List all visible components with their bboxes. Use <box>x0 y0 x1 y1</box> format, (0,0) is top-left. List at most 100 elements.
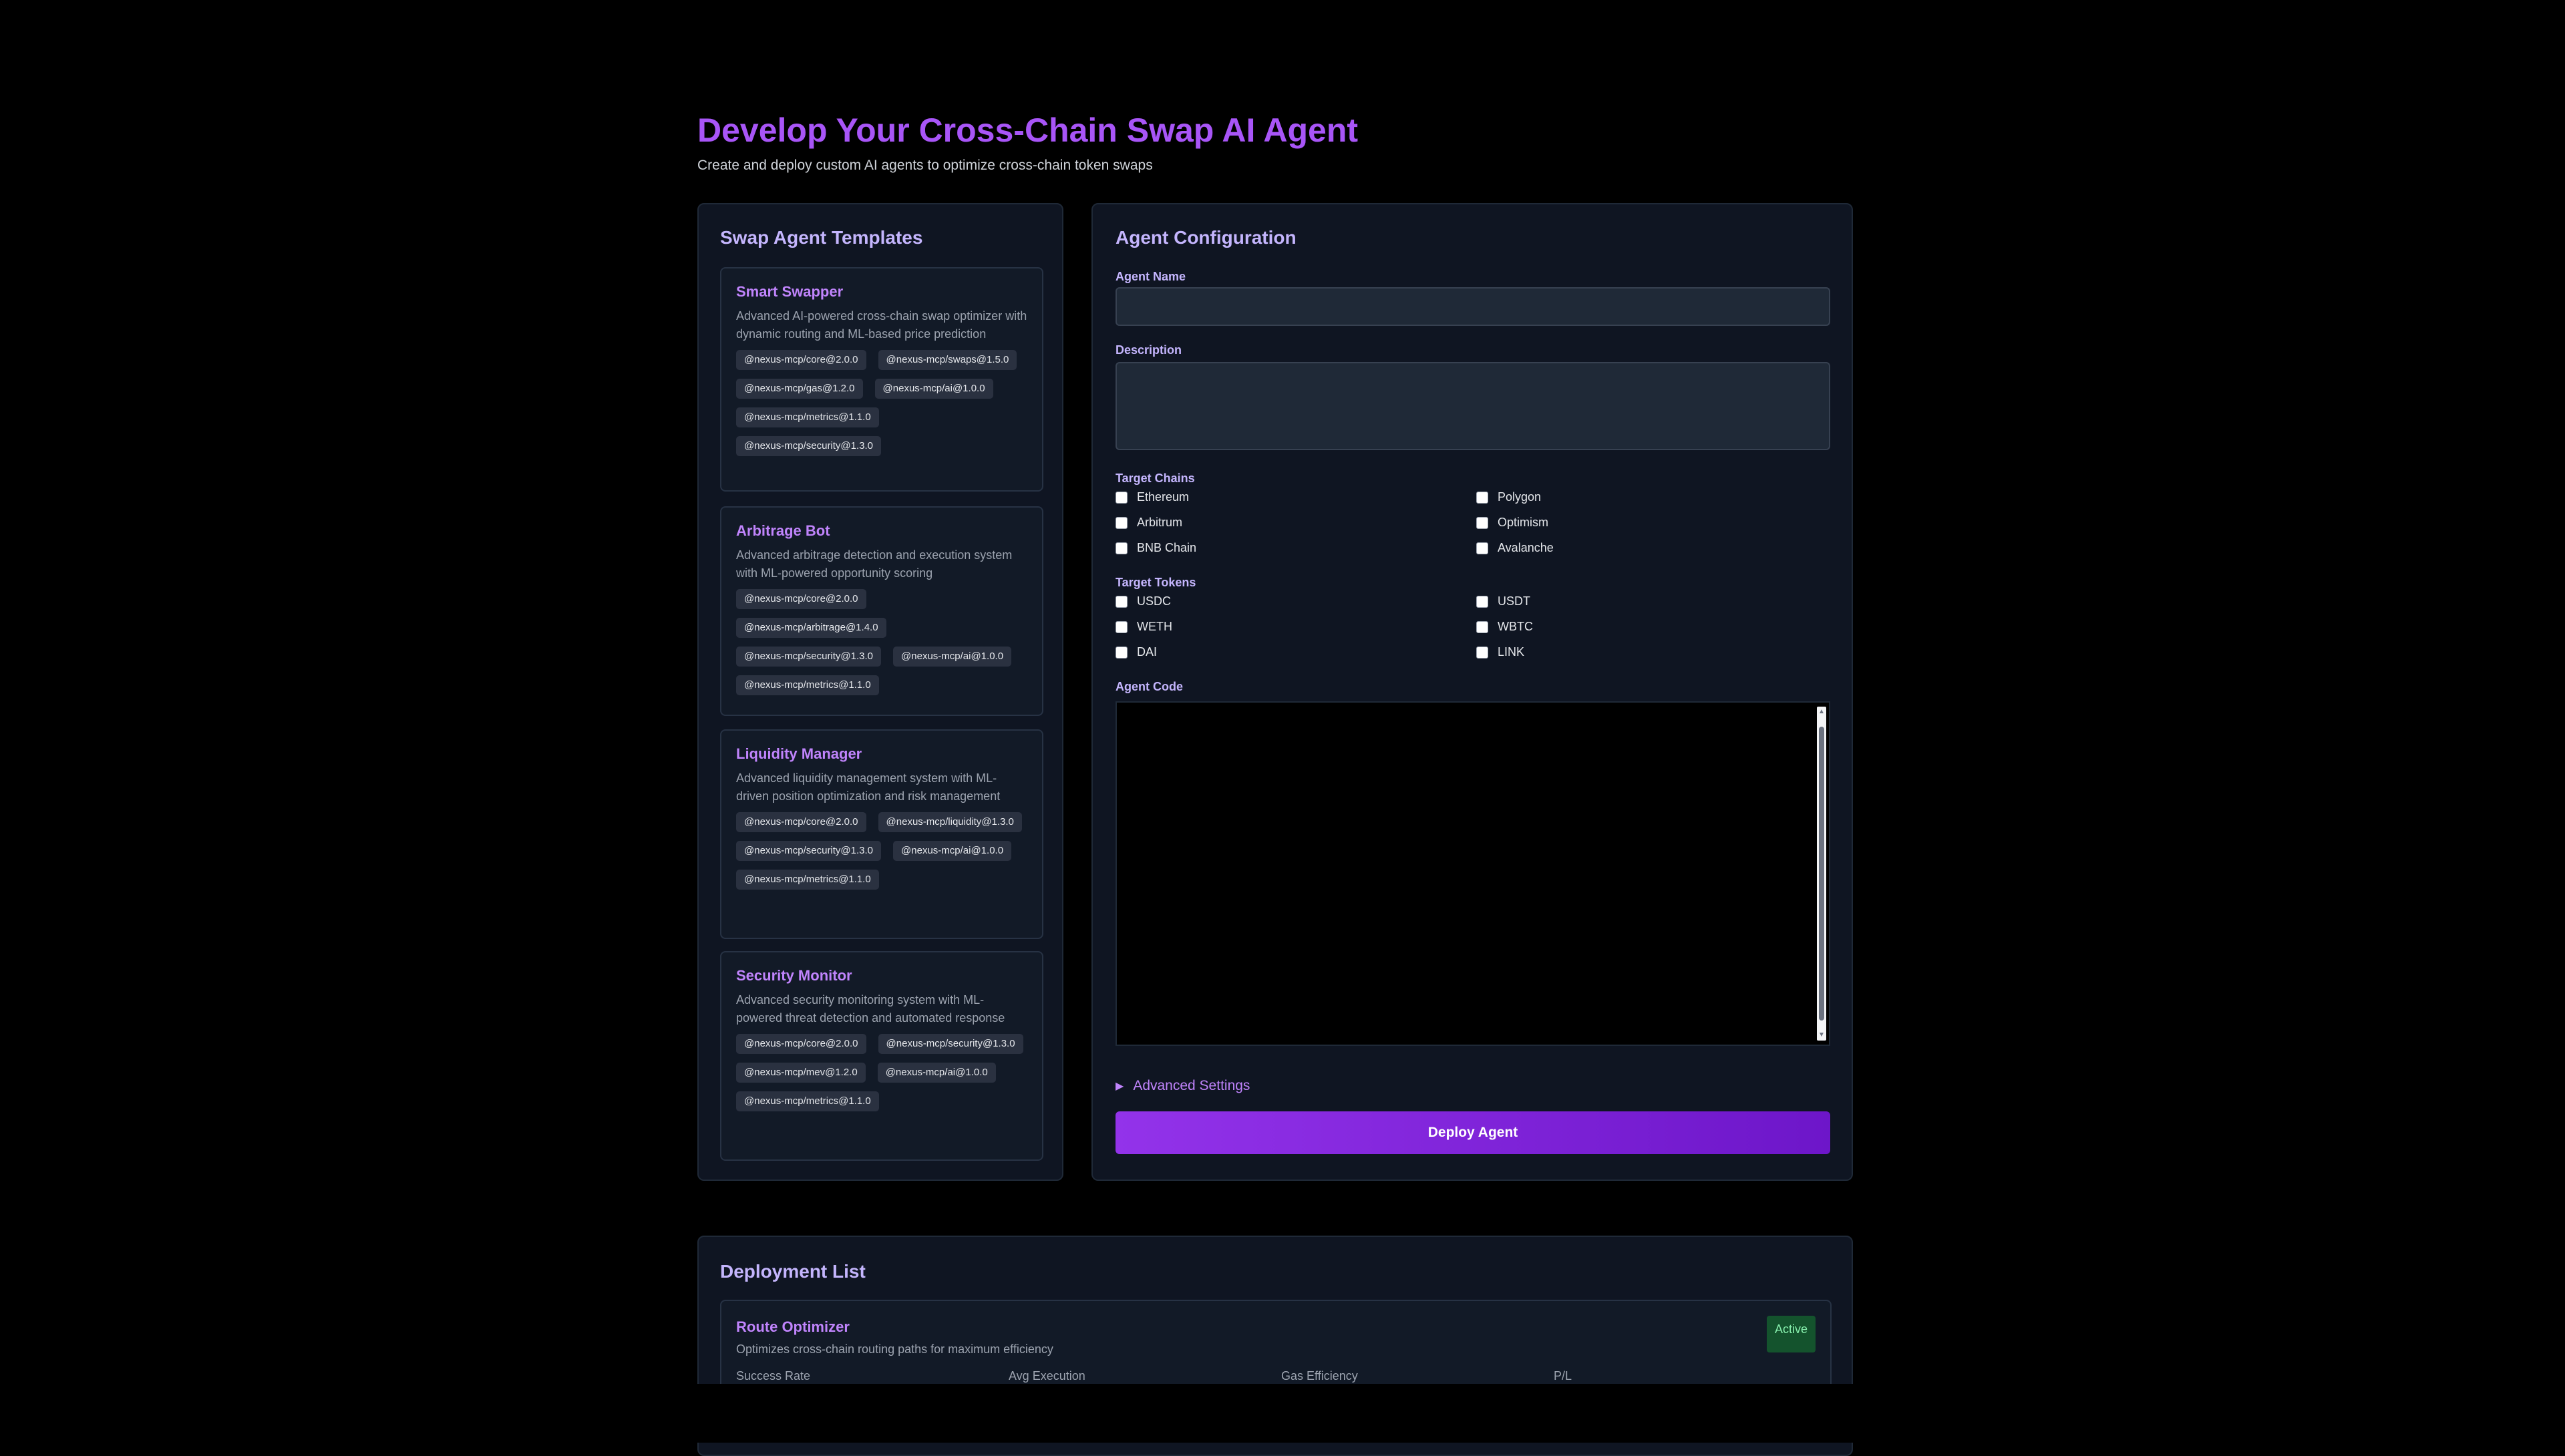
template-tags: @nexus-mcp/core@2.0.0 @nexus-mcp/arbitra… <box>736 589 1027 695</box>
package-tag: @nexus-mcp/ai@1.0.0 <box>874 379 993 399</box>
template-description: Advanced arbitrage detection and executi… <box>736 548 1013 580</box>
chain-label: Arbitrum <box>1137 516 1183 529</box>
chain-label: BNB Chain <box>1137 541 1197 554</box>
package-tag: @nexus-mcp/metrics@1.1.0 <box>736 675 879 695</box>
checkbox[interactable] <box>1116 491 1128 504</box>
package-tag: @nexus-mcp/gas@1.2.0 <box>736 379 863 399</box>
template-description: Advanced security monitoring system with… <box>736 993 1005 1025</box>
package-tag: @nexus-mcp/core@2.0.0 <box>736 1034 866 1054</box>
token-label: DAI <box>1137 645 1158 659</box>
viewport-bottom-mask <box>0 1384 2565 1443</box>
checkbox[interactable] <box>1476 516 1488 529</box>
scroll-thumb[interactable] <box>1819 727 1824 1021</box>
description-textarea[interactable] <box>1116 362 1830 450</box>
code-scrollbar[interactable]: ▲ ▼ <box>1817 707 1826 1041</box>
agent-code-label: Agent Code <box>1116 680 1183 693</box>
template-description: Advanced AI-powered cross-chain swap opt… <box>736 309 1027 341</box>
metric-label-gas-efficiency: Gas Efficiency <box>1281 1369 1358 1383</box>
scroll-down-arrow-icon[interactable]: ▼ <box>1818 1032 1825 1039</box>
template-name: Security Monitor <box>736 967 852 984</box>
package-tag: @nexus-mcp/core@2.0.0 <box>736 812 866 832</box>
advanced-settings-toggle[interactable]: ▶ Advanced Settings <box>1116 1078 1250 1094</box>
page-header: Develop Your Cross-Chain Swap AI Agent C… <box>697 107 1853 174</box>
advanced-settings-label: Advanced Settings <box>1133 1078 1250 1093</box>
token-checkbox-usdt[interactable]: USDT <box>1476 594 1530 608</box>
token-checkbox-weth[interactable]: WETH <box>1116 620 1172 634</box>
token-label: LINK <box>1498 645 1525 659</box>
token-label: WBTC <box>1498 620 1533 633</box>
agent-name-label: Agent Name <box>1116 270 1186 283</box>
page-title: Develop Your Cross-Chain Swap AI Agent <box>697 112 1359 149</box>
deployment-description: Optimizes cross-chain routing paths for … <box>736 1342 1053 1356</box>
template-card-smart-swapper[interactable]: Smart Swapper Advanced AI-powered cross-… <box>720 267 1043 492</box>
metric-label-avg-execution: Avg Execution <box>1009 1369 1085 1383</box>
checkbox[interactable] <box>1476 491 1488 504</box>
token-checkbox-link[interactable]: LINK <box>1476 645 1524 659</box>
chain-label: Optimism <box>1498 516 1548 529</box>
templates-panel: Swap Agent Templates Smart Swapper Advan… <box>697 203 1063 1181</box>
package-tag: @nexus-mcp/security@1.3.0 <box>736 841 882 861</box>
token-checkbox-dai[interactable]: DAI <box>1116 645 1157 659</box>
config-title: Agent Configuration <box>1116 227 1297 248</box>
chain-checkbox-arbitrum[interactable]: Arbitrum <box>1116 516 1182 530</box>
package-tag: @nexus-mcp/metrics@1.1.0 <box>736 407 879 427</box>
chain-checkbox-polygon[interactable]: Polygon <box>1476 490 1541 504</box>
status-badge: Active <box>1766 1316 1816 1352</box>
deploy-agent-button[interactable]: Deploy Agent <box>1116 1111 1830 1154</box>
agent-configuration-panel: Agent Configuration Agent Name Descripti… <box>1091 203 1853 1181</box>
token-checkbox-wbtc[interactable]: WBTC <box>1476 620 1533 634</box>
template-card-liquidity-manager[interactable]: Liquidity Manager Advanced liquidity man… <box>720 729 1043 939</box>
chain-label: Ethereum <box>1137 490 1190 504</box>
package-tag: @nexus-mcp/mev@1.2.0 <box>736 1063 866 1083</box>
token-label: USDT <box>1498 594 1530 608</box>
target-chains-label: Target Chains <box>1116 472 1195 485</box>
agent-name-input[interactable] <box>1116 287 1830 326</box>
deployment-name: Route Optimizer <box>736 1318 850 1335</box>
package-tag: @nexus-mcp/security@1.3.0 <box>878 1034 1023 1054</box>
checkbox[interactable] <box>1476 620 1488 633</box>
checkbox[interactable] <box>1116 542 1128 554</box>
checkbox[interactable] <box>1116 516 1128 529</box>
template-description: Advanced liquidity management system wit… <box>736 771 1001 803</box>
page-subtitle: Create and deploy custom AI agents to op… <box>697 158 1153 173</box>
chain-checkbox-bnb-chain[interactable]: BNB Chain <box>1116 541 1196 555</box>
deployment-list-title: Deployment List <box>720 1261 866 1282</box>
templates-title: Swap Agent Templates <box>720 227 923 248</box>
metric-label-pl: P/L <box>1554 1369 1572 1383</box>
chain-label: Avalanche <box>1498 541 1554 554</box>
checkbox[interactable] <box>1116 620 1128 633</box>
chain-checkbox-ethereum[interactable]: Ethereum <box>1116 490 1189 504</box>
package-tag: @nexus-mcp/ai@1.0.0 <box>893 647 1012 667</box>
template-name: Arbitrage Bot <box>736 522 830 539</box>
template-card-security-monitor[interactable]: Security Monitor Advanced security monit… <box>720 951 1043 1161</box>
caret-right-icon: ▶ <box>1116 1081 1124 1092</box>
package-tag: @nexus-mcp/core@2.0.0 <box>736 589 866 609</box>
token-label: USDC <box>1137 594 1172 608</box>
chain-checkbox-avalanche[interactable]: Avalanche <box>1476 541 1554 555</box>
template-tags: @nexus-mcp/core@2.0.0 @nexus-mcp/swaps@1… <box>736 350 1027 456</box>
token-label: WETH <box>1137 620 1172 633</box>
package-tag: @nexus-mcp/swaps@1.5.0 <box>878 350 1017 370</box>
metric-label-success-rate: Success Rate <box>736 1369 811 1383</box>
template-card-arbitrage-bot[interactable]: Arbitrage Bot Advanced arbitrage detecti… <box>720 506 1043 716</box>
checkbox[interactable] <box>1476 595 1488 608</box>
template-name: Liquidity Manager <box>736 745 862 762</box>
description-label: Description <box>1116 343 1182 357</box>
agent-code-editor[interactable]: ▲ ▼ <box>1116 701 1830 1046</box>
package-tag: @nexus-mcp/ai@1.0.0 <box>893 841 1012 861</box>
checkbox[interactable] <box>1116 646 1128 659</box>
checkbox[interactable] <box>1116 595 1128 608</box>
package-tag: @nexus-mcp/metrics@1.1.0 <box>736 1091 879 1111</box>
chain-label: Polygon <box>1498 490 1542 504</box>
checkbox[interactable] <box>1476 646 1488 659</box>
chain-checkbox-optimism[interactable]: Optimism <box>1476 516 1548 530</box>
package-tag: @nexus-mcp/liquidity@1.3.0 <box>878 812 1022 832</box>
package-tag: @nexus-mcp/security@1.3.0 <box>736 436 882 456</box>
target-tokens-label: Target Tokens <box>1116 576 1196 589</box>
scroll-up-arrow-icon[interactable]: ▲ <box>1818 709 1825 715</box>
checkbox[interactable] <box>1476 542 1488 554</box>
package-tag: @nexus-mcp/core@2.0.0 <box>736 350 866 370</box>
package-tag: @nexus-mcp/ai@1.0.0 <box>877 1063 996 1083</box>
template-tags: @nexus-mcp/core@2.0.0 @nexus-mcp/securit… <box>736 1034 1027 1111</box>
token-checkbox-usdc[interactable]: USDC <box>1116 594 1171 608</box>
